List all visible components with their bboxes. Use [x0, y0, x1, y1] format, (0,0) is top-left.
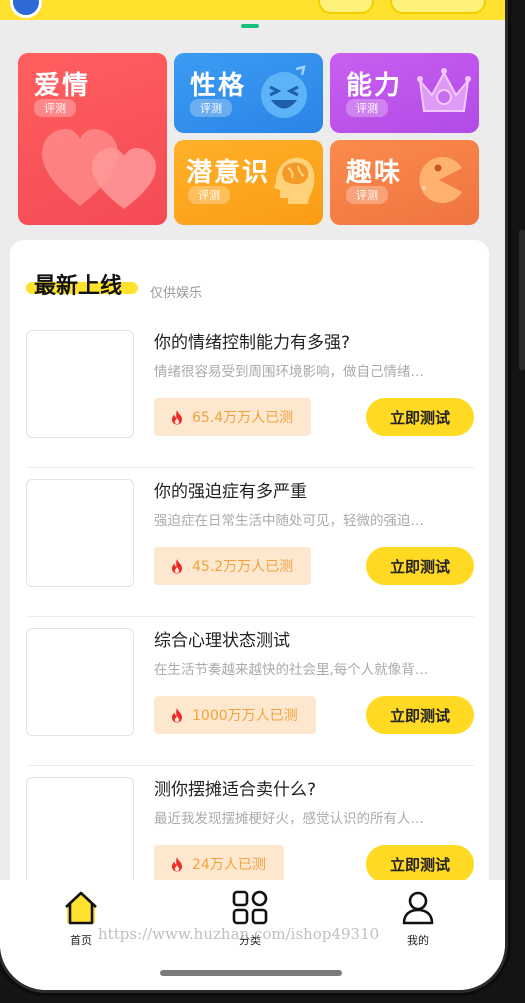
tested-count-badge: 65.4万万人已测: [154, 398, 312, 436]
divider: [26, 467, 474, 468]
category-badge: 评测: [346, 186, 388, 204]
item-description: 最近我发现摆摊梗好火，感觉认识的所有人…: [154, 811, 424, 827]
start-test-button[interactable]: 立即测试: [366, 547, 474, 585]
tested-count-badge: 1000万万人已测: [154, 696, 316, 734]
item-title: 你的情绪控制能力有多强?: [154, 333, 351, 353]
category-love[interactable]: 爱情 评测: [18, 53, 167, 225]
list-item[interactable]: 综合心理状态测试在生活节奏越来越快的社会里,每个人就像背… 1000万万人已测 立即…: [26, 626, 474, 766]
category-title: 性格: [190, 71, 247, 101]
pacman-icon: [419, 157, 462, 203]
category-badge: 评测: [188, 186, 230, 204]
start-test-button[interactable]: 立即测试: [366, 398, 474, 436]
fire-icon: [172, 559, 182, 574]
item-thumbnail: [26, 479, 134, 587]
nav-mine[interactable]: 我的: [378, 890, 458, 948]
item-title: 测你摆摊适合卖什么?: [154, 780, 317, 800]
category-title: 潜意识: [186, 158, 271, 188]
start-test-button[interactable]: 立即测试: [366, 845, 474, 883]
tested-count-badge: 45.2万万人已测: [154, 547, 312, 585]
fire-icon: [172, 857, 182, 872]
header-button[interactable]: [318, 0, 374, 14]
category-subconscious[interactable]: 潜意识 评测: [174, 140, 323, 225]
user-icon: [402, 891, 434, 925]
brain-head-icon: [274, 157, 315, 204]
item-thumbnail: [26, 628, 134, 736]
side-button: [519, 230, 525, 370]
phone-screen: 爱情 评测 性格 评测 能力 评测 潜意识 评测 趣味 评测 最新上线 仅供娱乐…: [0, 0, 505, 990]
divider: [26, 616, 474, 617]
tested-count: 24万人已测: [192, 857, 266, 873]
list-item[interactable]: 你的情绪控制能力有多强? 情绪很容易受到周围环境影响，做自己情绪… 65.4万万人已…: [26, 328, 474, 468]
category-badge: 评测: [190, 99, 232, 117]
hearts-icon: [42, 129, 156, 209]
watermark: https://www.huzhan.com/ishop49310: [98, 925, 380, 943]
tested-count: 65.4万万人已测: [192, 410, 294, 426]
category-fun[interactable]: 趣味 评测: [330, 140, 479, 225]
category-badge: 评测: [346, 99, 388, 117]
grid-icon: [232, 890, 268, 925]
crown-icon: [417, 68, 471, 112]
category-title: 趣味: [346, 158, 403, 188]
tested-count: 45.2万万人已测: [192, 559, 294, 575]
item-description: 强迫症在日常生活中随处可见，轻微的强迫…: [154, 513, 424, 529]
item-description: 在生活节奏越来越快的社会里,每个人就像背…: [154, 662, 429, 678]
category-personality[interactable]: 性格 评测: [174, 53, 323, 133]
list-item[interactable]: 你的强迫症有多严重强迫症在日常生活中随处可见，轻微的强迫… 45.2万万人已测 立即…: [26, 477, 474, 617]
section-title: 最新上线: [34, 274, 123, 299]
tested-count: 1000万万人已测: [192, 708, 298, 724]
laughing-face-icon: [261, 65, 307, 118]
category-title: 爱情: [34, 71, 91, 101]
top-header: [0, 0, 505, 20]
home-icon: [65, 891, 97, 925]
fire-icon: [172, 410, 182, 425]
latest-section-card: 最新上线 仅供娱乐 你的情绪控制能力有多强? 情绪很容易受到周围环境影响，做自己情…: [10, 240, 489, 900]
item-title: 你的强迫症有多严重: [154, 482, 307, 502]
nav-label: 我的: [407, 934, 429, 947]
category-ability[interactable]: 能力 评测: [330, 53, 479, 133]
section-header: 最新上线: [26, 268, 138, 300]
home-indicator[interactable]: [160, 970, 342, 976]
page-indicator: [241, 24, 259, 28]
start-test-button[interactable]: 立即测试: [366, 696, 474, 734]
divider: [26, 765, 474, 766]
avatar[interactable]: [10, 0, 42, 18]
item-thumbnail: [26, 330, 134, 438]
category-badge: 评测: [34, 99, 76, 117]
section-subtitle: 仅供娱乐: [150, 286, 203, 301]
category-title: 能力: [346, 71, 403, 101]
item-description: 情绪很容易受到周围环境影响，做自己情绪…: [154, 364, 424, 380]
item-thumbnail: [26, 777, 134, 885]
item-title: 综合心理状态测试: [154, 631, 290, 651]
fire-icon: [172, 708, 182, 723]
header-search-button[interactable]: [390, 0, 486, 14]
tested-count-badge: 24万人已测: [154, 845, 284, 883]
